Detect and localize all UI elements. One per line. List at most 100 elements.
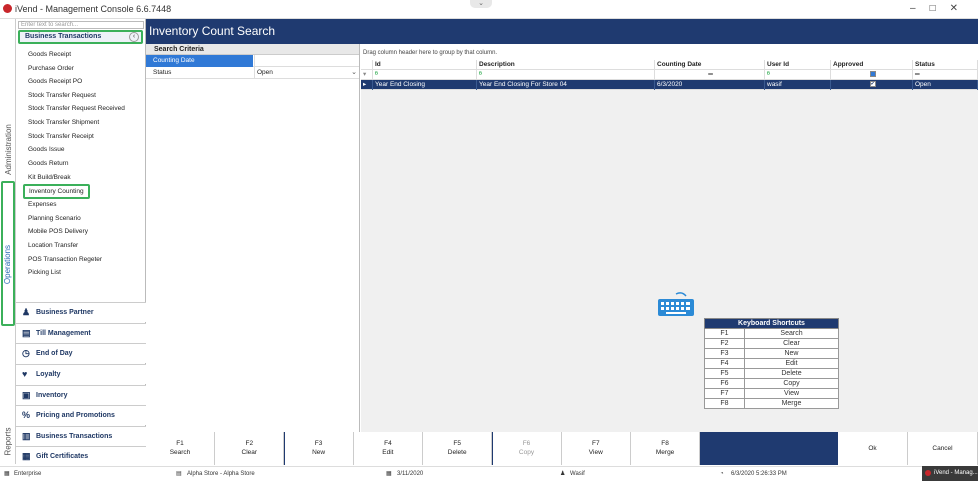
app-logo-icon: [3, 4, 12, 13]
status-select[interactable]: Open ⌄: [254, 67, 360, 79]
column-header-status[interactable]: Status: [913, 60, 978, 70]
filter-cell-counting-date[interactable]: ═: [655, 70, 765, 80]
search-criteria-panel: Search Criteria Counting Date Status Ope…: [146, 44, 360, 432]
shortcut-key: F4: [704, 358, 745, 369]
nav-item-stock-transfer-shipment[interactable]: Stock Transfer Shipment: [28, 119, 99, 126]
results-grid: Drag column header here to group by that…: [361, 44, 978, 432]
criteria-row-counting-date[interactable]: Counting Date: [146, 55, 359, 67]
section-inventory[interactable]: ▣ Inventory: [16, 385, 146, 405]
cell-approved-checkbox[interactable]: ✔: [831, 80, 913, 90]
chevron-down-icon[interactable]: ⌄: [351, 67, 357, 79]
section-label: Business Partner: [36, 309, 94, 316]
section-loyalty[interactable]: ♥ Loyalty: [16, 364, 146, 384]
nav-item-goods-receipt[interactable]: Goods Receipt: [28, 51, 71, 58]
nav-item-inventory-counting[interactable]: Inventory Counting: [23, 184, 90, 199]
collapse-icon[interactable]: ‹: [129, 32, 139, 42]
column-header-counting-date[interactable]: Counting Date: [655, 60, 765, 70]
clear-button[interactable]: F2 Clear: [215, 432, 285, 465]
shortcuts-title: Keyboard Shortcuts: [704, 318, 839, 329]
column-header-user-id[interactable]: User Id: [765, 60, 831, 70]
section-icon: ▦: [22, 451, 31, 461]
ribbon-toggle-chevron-icon[interactable]: ⌄: [470, 0, 492, 8]
window-controls[interactable]: –□✕: [910, 3, 972, 14]
edit-button[interactable]: F4 Edit: [353, 432, 423, 465]
ok-button[interactable]: Ok: [838, 432, 908, 465]
section-business-transactions[interactable]: ▥ Business Transactions: [16, 426, 146, 446]
nav-item-mobile-pos-delivery[interactable]: Mobile POS Delivery: [28, 228, 88, 235]
cell-description: Year End Closing For Store 04: [477, 80, 655, 90]
filter-cell-status[interactable]: ═: [913, 70, 978, 80]
counting-date-field[interactable]: [254, 55, 360, 67]
section-pricing-and-promotions[interactable]: % Pricing and Promotions: [16, 405, 146, 425]
section-gift-certificates[interactable]: ▦ Gift Certificates: [16, 446, 146, 466]
store-label: Alpha Store - Alpha Store: [187, 471, 255, 477]
store-icon: ▤: [176, 471, 182, 477]
shortcut-action: Search: [744, 328, 839, 339]
nav-item-picking-list[interactable]: Picking List: [28, 269, 61, 276]
shortcut-key: F8: [704, 398, 745, 409]
nav-item-pos-transaction-regeter[interactable]: POS Transaction Regeter: [28, 256, 102, 263]
filter-row[interactable]: ▾ ᴮ ᴮ ═ ᴮ ═: [361, 70, 978, 80]
section-till-management[interactable]: ▤ Till Management: [16, 323, 146, 343]
datetime-label: 6/3/2020 5:26:33 PM: [731, 471, 787, 477]
filter-cell-id[interactable]: ᴮ: [373, 70, 477, 80]
shortcut-action: Clear: [744, 338, 839, 349]
section-end-of-day[interactable]: ◷ End of Day: [16, 343, 146, 363]
fkey-action: Merge: [655, 449, 675, 456]
copy-button[interactable]: F6 Copy: [492, 432, 562, 465]
column-header-description[interactable]: Description: [477, 60, 655, 70]
nav-item-expenses[interactable]: Expenses: [28, 201, 57, 208]
fkey-action: View: [588, 449, 603, 456]
table-row[interactable]: ▸ Year End Closing Year End Closing For …: [361, 80, 978, 90]
nav-item-purchase-order[interactable]: Purchase Order: [28, 65, 74, 72]
nav-item-stock-transfer-receipt[interactable]: Stock Transfer Receipt: [28, 133, 94, 140]
nav-item-goods-return[interactable]: Goods Return: [28, 160, 68, 167]
nav-item-stock-transfer-request[interactable]: Stock Transfer Request: [28, 92, 96, 99]
fkey-action: Search: [169, 449, 191, 456]
fkey-label: F4: [384, 440, 392, 447]
column-header-approved[interactable]: Approved: [831, 60, 913, 70]
search-button[interactable]: F1 Search: [146, 432, 215, 465]
view-button[interactable]: F7 View: [561, 432, 631, 465]
shortcut-action: Delete: [744, 368, 839, 379]
criteria-header: Search Criteria: [146, 44, 359, 55]
section-business-partner[interactable]: ♟ Business Partner: [16, 302, 146, 322]
fkey-action: Clear: [241, 449, 258, 456]
table-header-row: Id Description Counting Date User Id App…: [361, 60, 978, 70]
nav-item-location-transfer[interactable]: Location Transfer: [28, 242, 78, 249]
nav-item-stock-transfer-request-received[interactable]: Stock Transfer Request Received: [28, 105, 125, 112]
delete-button[interactable]: F5 Delete: [423, 432, 493, 465]
shortcut-row: F7 View: [704, 388, 839, 399]
group-by-hint: Drag column header here to group by that…: [361, 44, 978, 60]
filter-cell-user-id[interactable]: ᴮ: [765, 70, 831, 80]
merge-button[interactable]: F8 Merge: [631, 432, 701, 465]
filter-cell-approved[interactable]: [831, 70, 913, 80]
window-title: iVend - Management Console 6.6.7448: [15, 4, 172, 14]
fkey-label: F8: [661, 440, 669, 447]
nav-item-goods-issue[interactable]: Goods Issue: [28, 146, 65, 153]
section-business-transactions[interactable]: Business Transactions ‹: [18, 30, 143, 44]
section-icon: ♟: [22, 307, 31, 317]
new-button[interactable]: F3 New: [284, 432, 354, 465]
function-key-bar: F1 Search F2 Clear F3 New F4 Edit F5 Delete F6 Copy…: [146, 432, 978, 465]
shortcut-row: F1 Search: [704, 328, 839, 339]
section-icon: ◷: [22, 348, 30, 358]
shortcut-row: F2 Clear: [704, 338, 839, 349]
shortcut-row: F6 Copy: [704, 378, 839, 389]
column-header-id[interactable]: Id: [373, 60, 477, 70]
company-icon: ▦: [4, 471, 10, 477]
user-icon: ♟: [560, 471, 566, 477]
taskbar-app-button[interactable]: iVend - Manag...: [922, 466, 978, 481]
cancel-button[interactable]: Cancel: [908, 432, 978, 465]
filter-cell-description[interactable]: ᴮ: [477, 70, 655, 80]
nav-search-input[interactable]: Enter text to search...: [18, 21, 144, 29]
criteria-row-status[interactable]: Status Open ⌄: [146, 67, 359, 79]
nav-item-planning-scenario[interactable]: Planning Scenario: [28, 215, 81, 222]
nav-item-goods-receipt-po[interactable]: Goods Receipt PO: [28, 78, 82, 85]
cell-id: Year End Closing: [373, 80, 477, 90]
nav-item-kit-build-break[interactable]: Kit Build/Break: [28, 174, 71, 181]
tab-reports[interactable]: Reports: [0, 419, 16, 464]
date-label: 3/11/2020: [397, 471, 424, 477]
shortcut-action: New: [744, 348, 839, 359]
tab-administration[interactable]: Administration: [0, 109, 16, 189]
